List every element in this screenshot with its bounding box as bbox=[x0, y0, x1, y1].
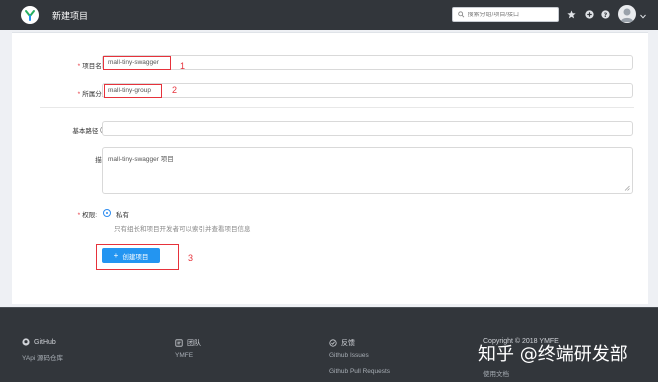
footer-team-heading: 团队 bbox=[175, 338, 201, 348]
search-input[interactable] bbox=[467, 11, 558, 18]
resize-handle-icon[interactable] bbox=[624, 185, 630, 191]
group-label: * 所属分组: bbox=[77, 91, 110, 98]
section-divider bbox=[40, 107, 634, 108]
permission-label: * 权限: bbox=[77, 212, 97, 219]
footer-link-github-issues[interactable]: Github Issues bbox=[329, 352, 369, 359]
github-icon bbox=[22, 338, 30, 346]
group-select[interactable]: mall-tiny-group ⌄ bbox=[102, 83, 633, 98]
add-circle-icon[interactable] bbox=[584, 9, 594, 19]
chevron-down-icon: ⌄ bbox=[108, 88, 114, 94]
annotation-number-2: 2 bbox=[172, 85, 178, 95]
footer-link-yapi-repo[interactable]: YApi 源码仓库 bbox=[22, 352, 63, 362]
base-path-input[interactable] bbox=[102, 121, 633, 136]
plus-icon: + bbox=[113, 251, 119, 260]
yapi-logo-icon bbox=[25, 10, 35, 21]
help-icon[interactable]: ? bbox=[600, 9, 610, 19]
create-project-form: * 项目名称: mall-tiny-swagger 1 * 所属分组: mall-t… bbox=[12, 32, 648, 304]
top-navbar: 新建项目 ? bbox=[0, 0, 658, 30]
private-radio[interactable] bbox=[103, 209, 111, 217]
footer-link-docs[interactable]: 使用文档 bbox=[483, 368, 509, 378]
star-icon[interactable] bbox=[566, 9, 576, 19]
base-path-label: 基本路径 ?: bbox=[0, 125, 110, 135]
page-title: 新建项目 bbox=[52, 11, 89, 21]
watermark: 知乎 @终端研发部 bbox=[478, 344, 628, 365]
footer-link-ymfe[interactable]: YMFE bbox=[175, 352, 193, 359]
annotation-number-3: 3 bbox=[188, 253, 194, 263]
project-name-label: * 项目名称: bbox=[77, 63, 110, 70]
footer-feedback-heading: 反馈 bbox=[329, 338, 355, 348]
feedback-icon bbox=[329, 339, 337, 347]
annotation-box-2 bbox=[104, 84, 162, 98]
annotation-number-1: 1 bbox=[180, 61, 186, 71]
create-project-button[interactable]: + 创建项目 bbox=[102, 248, 160, 263]
search-box[interactable] bbox=[452, 7, 559, 22]
search-icon bbox=[458, 11, 465, 18]
team-icon bbox=[175, 339, 183, 347]
user-avatar[interactable] bbox=[618, 5, 636, 23]
yapi-logo[interactable] bbox=[21, 6, 39, 24]
footer-link-github-prs[interactable]: Github Pull Requests bbox=[329, 368, 390, 375]
annotation-box-1 bbox=[103, 56, 171, 70]
private-option-label: 私有 bbox=[116, 212, 129, 219]
svg-text:?: ? bbox=[603, 11, 607, 18]
chevron-down-icon[interactable] bbox=[640, 11, 646, 21]
footer-github-heading: GitHub bbox=[22, 338, 56, 346]
description-textarea[interactable]: mall-tiny-swagger 项目 bbox=[102, 147, 633, 194]
permission-hint: 只有组长和项目开发者可以索引并查看项目信息 bbox=[114, 226, 251, 233]
description-label: 描述: bbox=[0, 154, 110, 164]
